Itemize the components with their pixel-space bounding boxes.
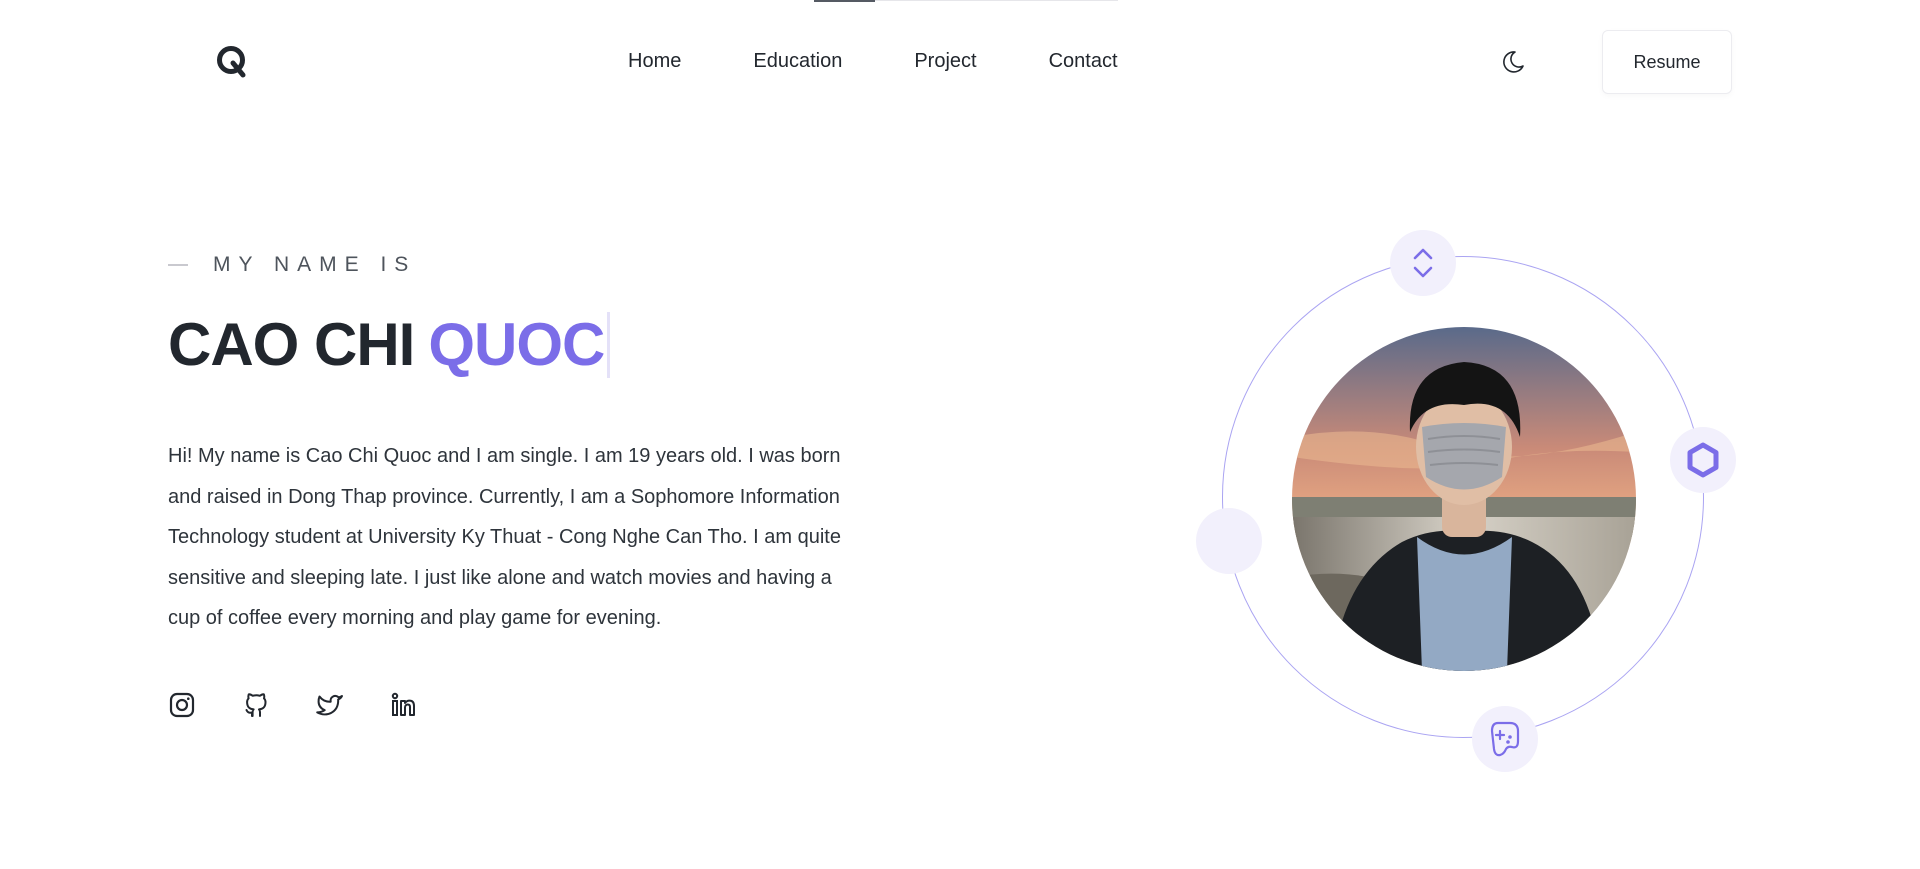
linkedin-icon[interactable] [390,691,418,719]
twitter-icon[interactable] [316,691,344,719]
moon-icon[interactable] [1498,47,1528,77]
name-last: QUOC [428,311,605,378]
logo-q-icon[interactable] [214,43,250,79]
social-links [168,691,868,719]
nav-project[interactable]: Project [914,48,976,74]
site-header: Home Education Project Contact Resume [0,0,1920,124]
eyebrow-line [168,264,188,266]
name-first: CAO CHI [168,311,415,378]
nav-contact[interactable]: Contact [1049,48,1118,74]
eyebrow-text: MY NAME IS [213,253,417,276]
nav-home[interactable]: Home [628,48,681,74]
nav-education[interactable]: Education [753,48,842,74]
hero-intro: MY NAME IS CAO CHI QUOC Hi! My name is C… [168,250,868,719]
instagram-icon[interactable] [168,691,196,719]
resume-button[interactable]: Resume [1602,30,1732,94]
hero-name: CAO CHI QUOC [168,308,868,382]
empty-bubble [1196,508,1262,574]
main-nav: Home Education Project Contact [628,48,1118,74]
profile-photo [1292,327,1636,671]
hero-bio: Hi! My name is Cao Chi Quoc and I am sin… [168,445,841,629]
gamepad-icon [1472,706,1538,772]
eyebrow: MY NAME IS [168,250,868,280]
typing-cursor [607,312,611,378]
hexagon-icon [1670,427,1736,493]
github-icon[interactable] [242,691,270,719]
code-arrows-icon [1390,230,1456,296]
